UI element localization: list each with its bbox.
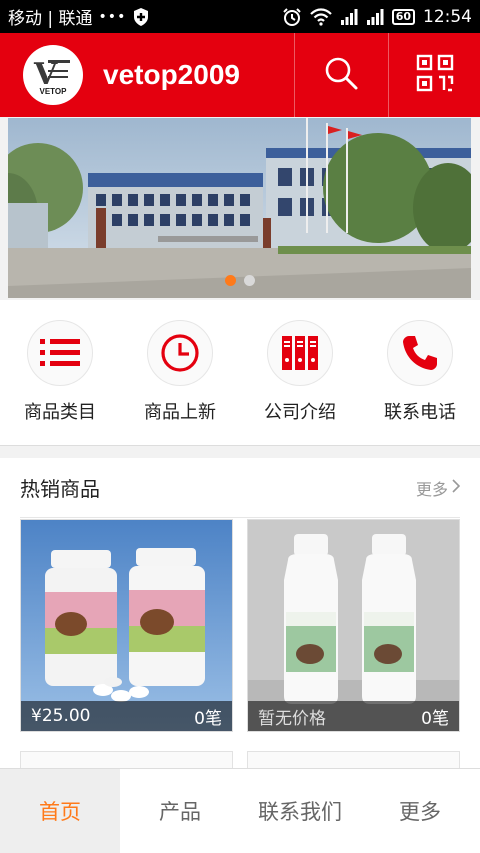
product-card[interactable]: ¥25.00 0笔 [20,519,233,732]
svg-text:VETOP: VETOP [40,87,68,96]
qrcode-icon [416,54,454,96]
banner-carousel[interactable] [8,118,471,298]
clock-icon [147,320,213,386]
tab-more[interactable]: 更多 [360,769,480,853]
battery-icon: 60 [391,8,415,25]
more-link[interactable]: 更多 [415,476,461,500]
site-title: vetop2009 [103,59,240,90]
binders-icon [267,320,333,386]
quick-nav: 商品类目 商品上新 公司介绍 联系电话 [0,300,480,446]
product-price: ¥25.00 [31,706,91,726]
carousel-dot-2[interactable] [243,275,255,286]
alarm-icon [282,7,302,27]
phone-icon [387,320,453,386]
carousel-dot-1[interactable] [224,275,236,286]
qrcode-button[interactable] [388,33,480,117]
quicknav-label: 商品上新 [144,402,216,423]
notification-dots: ••• [98,8,127,25]
signal-icon-2 [366,8,384,26]
product-sold-count: 0笔 [421,708,449,729]
carousel-dots [8,275,471,286]
signal-icon-1 [340,8,358,26]
search-icon [323,55,359,95]
section-header: 热销商品 更多 [20,458,461,518]
shield-icon [132,7,150,27]
list-icon [27,320,93,386]
quicknav-label: 商品类目 [24,402,96,423]
quicknav-company-intro[interactable]: 公司介绍 [240,300,360,445]
product-sold-count: 0笔 [194,708,222,729]
tab-products[interactable]: 产品 [120,769,240,853]
tab-home[interactable]: 首页 [0,769,120,853]
quicknav-contact-phone[interactable]: 联系电话 [360,300,480,445]
app-header: V VETOP vetop2009 [0,33,480,117]
tab-contact-us[interactable]: 联系我们 [240,769,360,853]
banner-image [8,118,471,298]
quicknav-new-arrivals[interactable]: 商品上新 [120,300,240,445]
product-price: 暂无价格 [258,708,326,729]
quicknav-label: 公司介绍 [264,402,336,423]
quicknav-label: 联系电话 [384,402,456,423]
product-card[interactable]: 暂无价格 0笔 [247,519,460,732]
quicknav-categories[interactable]: 商品类目 [0,300,120,445]
clock-time: 12:54 [423,6,472,27]
carrier-text: 移动 | 联通 [8,9,93,29]
hot-products-section: 热销商品 更多 ¥25.00 0笔 暂无价格 0笔 [0,458,480,771]
brand-logo[interactable]: V VETOP [23,45,83,105]
more-label: 更多 [415,479,448,499]
chevron-right-icon [452,478,461,497]
product-info-bar: ¥25.00 0笔 [21,701,232,731]
section-title: 热销商品 [20,477,100,501]
search-button[interactable] [294,33,386,117]
bottom-tab-bar: 首页 产品 联系我们 更多 [0,768,480,853]
wifi-icon [309,7,332,26]
status-bar: 移动 | 联通 ••• 60 12:54 [0,0,480,33]
product-info-bar: 暂无价格 0笔 [248,701,459,731]
